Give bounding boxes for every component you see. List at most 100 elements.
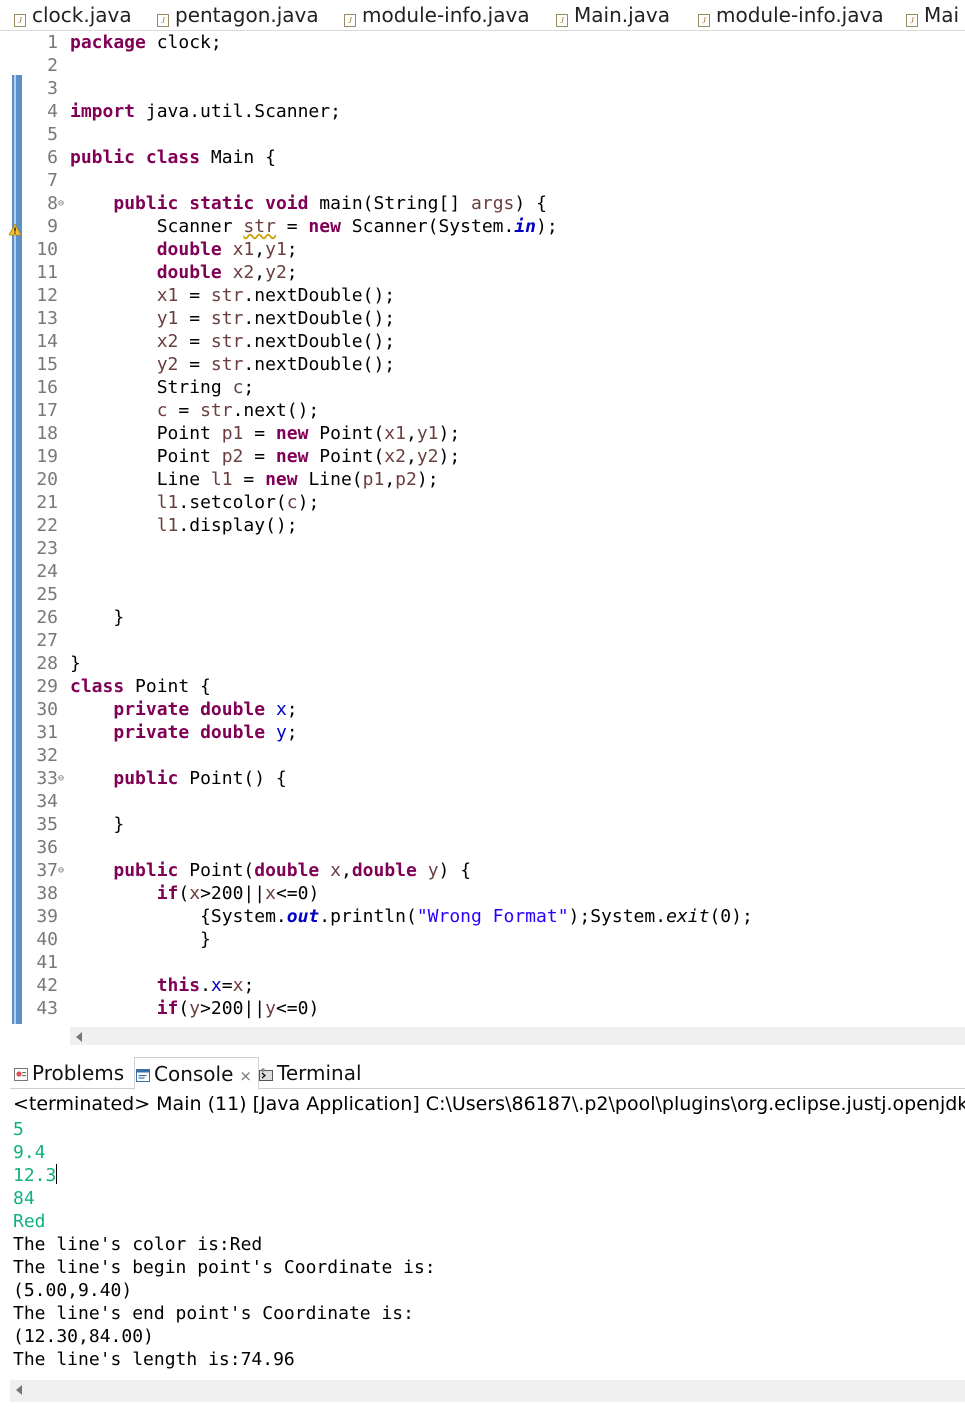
- editor-tab-label: clock.java: [32, 3, 132, 27]
- code-line[interactable]: 23: [0, 537, 965, 560]
- line-number: 34: [36, 791, 58, 812]
- editor-tab-label: Mai: [924, 3, 960, 27]
- code-line[interactable]: 36: [0, 836, 965, 859]
- code-text: import java.util.Scanner;: [70, 101, 341, 122]
- code-text: if(x>200||x<=0): [156, 883, 320, 904]
- code-line[interactable]: 15 y2 = str.nextDouble();: [0, 353, 965, 376]
- code-line[interactable]: 12 x1 = str.nextDouble();: [0, 284, 965, 307]
- editor-horizontal-scrollbar[interactable]: [70, 1027, 965, 1045]
- line-number: 38: [36, 883, 58, 904]
- console-output-line: The line's length is:74.96: [13, 1348, 436, 1371]
- code-text: }: [70, 653, 81, 674]
- console-tab-problems[interactable]: Problems: [13, 1057, 133, 1088]
- code-text: Point p2 = new Point(x2,y2);: [70, 446, 461, 467]
- code-line[interactable]: 21 l1.setcolor(c);: [0, 491, 965, 514]
- code-line[interactable]: 3: [0, 77, 965, 100]
- console-tab-label: Problems: [32, 1061, 125, 1085]
- console-scroll-left-arrow-icon[interactable]: [16, 1385, 22, 1395]
- close-icon[interactable]: ×: [239, 1067, 252, 1085]
- code-line[interactable]: 10 double x1,y1;: [0, 238, 965, 261]
- code-line[interactable]: 20 Line l1 = new Line(p1,p2);: [0, 468, 965, 491]
- code-line[interactable]: 42 this.x=x;: [0, 974, 965, 997]
- line-number: 27: [36, 630, 58, 651]
- code-line[interactable]: 11 double x2,y2;: [0, 261, 965, 284]
- code-line[interactable]: 2: [0, 54, 965, 77]
- console-output[interactable]: 5 9.4 12.3 84 Red The line's color is:Red The …: [13, 1118, 436, 1371]
- line-number: 17: [36, 400, 58, 421]
- code-line[interactable]: 24: [0, 560, 965, 583]
- code-line[interactable]: 6 public class Main {: [0, 146, 965, 169]
- code-line[interactable]: 22 l1.display();: [0, 514, 965, 537]
- code-line[interactable]: 32: [0, 744, 965, 767]
- console-horizontal-scrollbar[interactable]: [10, 1380, 965, 1402]
- code-line[interactable]: 18 Point p1 = new Point(x1,y1);: [0, 422, 965, 445]
- code-line[interactable]: 34: [0, 790, 965, 813]
- editor-tab-5[interactable]: J Mai: [906, 0, 959, 30]
- code-text: this.x=x;: [156, 975, 255, 996]
- code-text: y2 = str.nextDouble();: [156, 354, 396, 375]
- editor-tab-4[interactable]: Jmodule-info.java: [698, 0, 884, 30]
- code-line[interactable]: 35 }: [0, 813, 965, 836]
- code-editor[interactable]: 1 package clock; 2 3 4 import java.util.Scann…: [0, 31, 965, 1024]
- console-input-line: 5: [13, 1118, 436, 1141]
- editor-tab-2[interactable]: Jmodule-info.java: [344, 0, 530, 30]
- code-line[interactable]: 37 ⊖ public Point(double x,double y) {: [0, 859, 965, 882]
- code-line[interactable]: 33 ⊖ public Point() {: [0, 767, 965, 790]
- code-line[interactable]: 31 private double y;: [0, 721, 965, 744]
- code-line[interactable]: 5: [0, 123, 965, 146]
- line-number: 40: [36, 929, 58, 950]
- warning-icon[interactable]: [8, 219, 22, 236]
- line-number: 15: [36, 354, 58, 375]
- line-number: 23: [36, 538, 58, 559]
- fold-toggle-icon[interactable]: ⊖: [58, 767, 64, 790]
- line-number: 24: [36, 561, 58, 582]
- code-line[interactable]: 29 class Point {: [0, 675, 965, 698]
- code-line[interactable]: 38 if(x>200||x<=0): [0, 882, 965, 905]
- code-line[interactable]: 28}: [0, 652, 965, 675]
- code-text: if(y>200||y<=0): [156, 998, 320, 1019]
- code-line[interactable]: 8 ⊖ public static void main(String[] args…: [0, 192, 965, 215]
- line-number: 22: [36, 515, 58, 536]
- code-line[interactable]: 27: [0, 629, 965, 652]
- fold-toggle-icon[interactable]: ⊖: [58, 859, 64, 882]
- code-text: l1.setcolor(c);: [156, 492, 320, 513]
- code-line[interactable]: 25: [0, 583, 965, 606]
- code-text: }: [70, 607, 125, 628]
- scroll-left-arrow-icon[interactable]: [76, 1032, 82, 1042]
- line-number: 26: [36, 607, 58, 628]
- console-line-text: 12.3: [13, 1165, 57, 1186]
- code-line[interactable]: 40 }: [0, 928, 965, 951]
- code-line[interactable]: 16 String c;: [0, 376, 965, 399]
- line-number: 43: [36, 998, 58, 1019]
- code-text: public Point() {: [113, 768, 287, 789]
- line-number: 39: [36, 906, 58, 927]
- editor-tab-0[interactable]: Jclock.java: [14, 0, 132, 30]
- editor-tab-1[interactable]: Jpentagon.java: [157, 0, 319, 30]
- line-number: 41: [36, 952, 58, 973]
- editor-tab-3[interactable]: J Main.java: [556, 0, 670, 30]
- code-line[interactable]: 13 y1 = str.nextDouble();: [0, 307, 965, 330]
- code-line[interactable]: 41: [0, 951, 965, 974]
- console-tab-console[interactable]: Console ×: [134, 1057, 259, 1090]
- code-line[interactable]: 39 {System.out.println("Wrong Format");S…: [0, 905, 965, 928]
- code-line[interactable]: 30 private double x;: [0, 698, 965, 721]
- line-number: 31: [36, 722, 58, 743]
- console-input-line: Red: [13, 1210, 436, 1233]
- code-line[interactable]: 19 Point p2 = new Point(x2,y2);: [0, 445, 965, 468]
- code-line[interactable]: 9 Scanner str = new Scanner(System.in);: [0, 215, 965, 238]
- code-line[interactable]: 26 }: [0, 606, 965, 629]
- terminal-icon: [259, 1058, 273, 1081]
- code-line[interactable]: 7: [0, 169, 965, 192]
- fold-toggle-icon[interactable]: ⊖: [58, 192, 64, 215]
- code-line[interactable]: 4 import java.util.Scanner;: [0, 100, 965, 123]
- code-line[interactable]: 1 package clock;: [0, 31, 965, 54]
- console-tab-terminal[interactable]: Terminal: [258, 1057, 369, 1088]
- code-line[interactable]: 43 if(y>200||y<=0): [0, 997, 965, 1020]
- code-line[interactable]: 17 c = str.next();: [0, 399, 965, 422]
- console-line-text: (12.30,84.00): [13, 1326, 154, 1347]
- line-number: 16: [36, 377, 58, 398]
- java-file-icon: J: [344, 14, 356, 27]
- line-number: 12: [36, 285, 58, 306]
- code-line[interactable]: 14 x2 = str.nextDouble();: [0, 330, 965, 353]
- editor-tab-label: Main.java: [574, 3, 671, 27]
